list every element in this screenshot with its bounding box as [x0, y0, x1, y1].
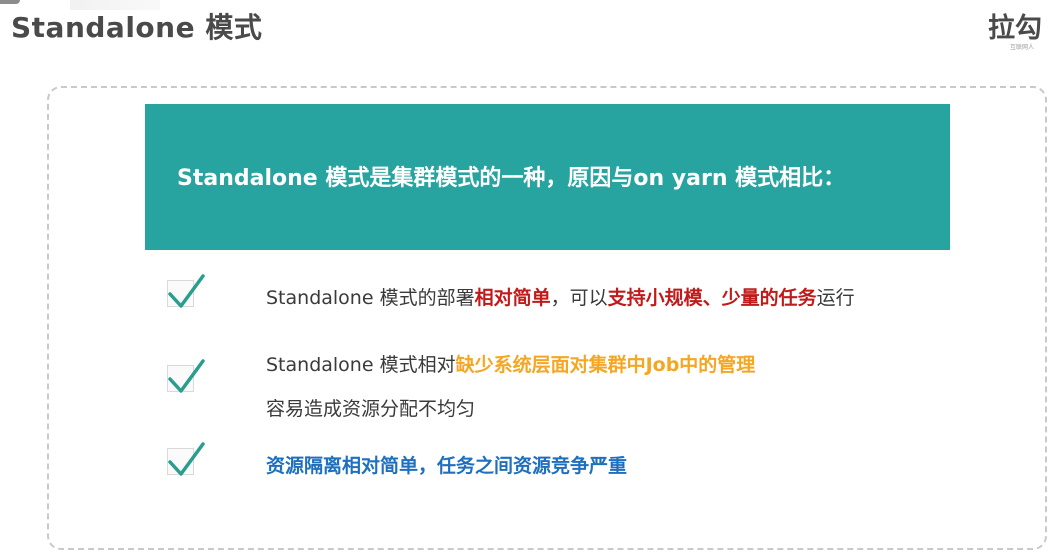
item-text: 运行	[816, 287, 855, 309]
list-item: 资源隔离相对简单，任务之间资源竞争严重	[266, 455, 628, 477]
highlight-text: 相对简单	[474, 287, 551, 309]
highlight-text: 缺少系统层面对集群中Job中的管理	[455, 354, 756, 376]
list-item: Standalone 模式相对缺少系统层面对集群中Job中的管理	[266, 350, 755, 377]
slide: Standalone 模式 拉勾 互联网人 Standalone 模式是集群模式…	[0, 0, 1051, 555]
item-text: Standalone 模式的部署	[266, 287, 475, 309]
corner-tab	[0, 0, 20, 4]
page-title: Standalone 模式	[11, 11, 263, 44]
brand-subtitle: 互联网人	[1010, 44, 1035, 51]
banner: Standalone 模式是集群模式的一种，原因与on yarn 模式相比：	[145, 104, 950, 250]
list-item: Standalone 模式的部署相对简单，可以支持小规模、少量的任务运行	[266, 283, 855, 310]
item-text: Standalone 模式相对	[266, 354, 456, 376]
highlight-text: 支持小规模、少量的任务	[607, 287, 817, 309]
item-text: ，可以	[550, 287, 608, 309]
brand-logo: 拉勾	[988, 13, 1042, 44]
check-icon	[167, 440, 205, 480]
check-icon	[167, 272, 205, 312]
check-icon	[167, 357, 205, 397]
banner-text: Standalone 模式是集群模式的一种，原因与on yarn 模式相比：	[177, 166, 846, 191]
list-item-continuation: 容易造成资源分配不均匀	[266, 398, 476, 420]
